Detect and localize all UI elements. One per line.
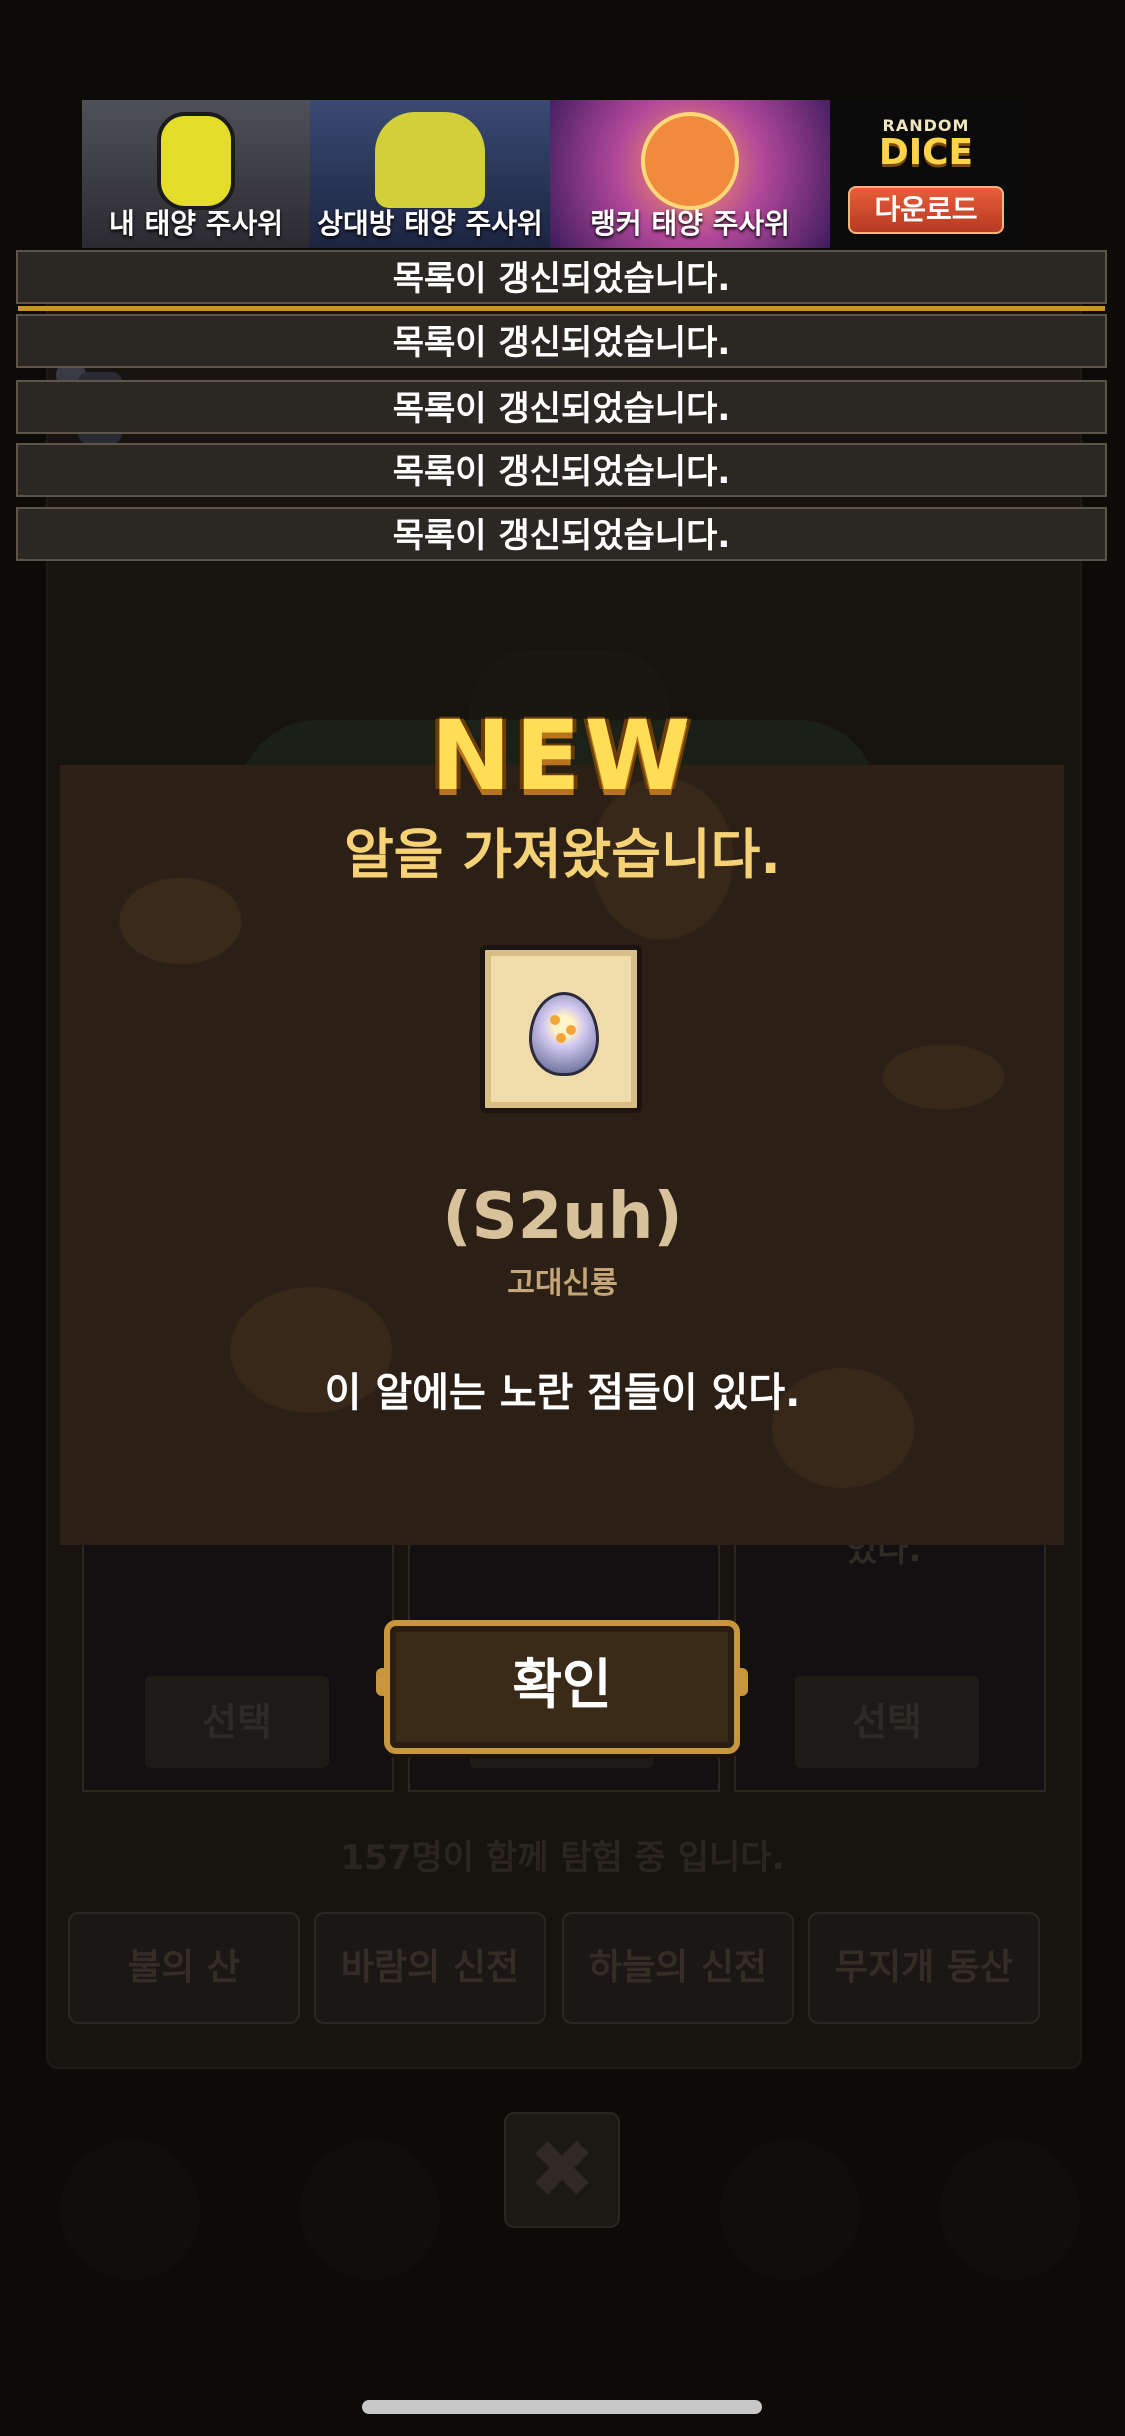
banner-tile-opponent-sun-dice[interactable]: 상대방 태양 주사위 bbox=[310, 100, 550, 248]
banner-caption: 상대방 태양 주사위 bbox=[317, 207, 543, 240]
select-button[interactable]: 선택 bbox=[795, 1676, 979, 1768]
close-icon[interactable]: ✖ bbox=[504, 2112, 620, 2228]
egg-spot bbox=[566, 1025, 576, 1035]
toast-message: 목록이 갱신되었습니다. bbox=[16, 250, 1107, 304]
toast-message: 목록이 갱신되었습니다. bbox=[16, 507, 1107, 561]
toast-message: 목록이 갱신되었습니다. bbox=[16, 443, 1107, 497]
egg-name: (S2uh) bbox=[442, 1180, 683, 1254]
random-dice-logo-tile[interactable]: RANDOM DICE 다운로드 bbox=[830, 100, 1022, 248]
tab-sky-temple[interactable]: 하늘의 신전 bbox=[562, 1912, 794, 2024]
egg-item-frame bbox=[480, 945, 642, 1113]
nav-icon[interactable] bbox=[300, 2140, 440, 2280]
dice-character-icon bbox=[375, 112, 485, 208]
banner-tile-my-sun-dice[interactable]: 내 태양 주사위 bbox=[82, 100, 310, 248]
nav-icon[interactable] bbox=[720, 2140, 860, 2280]
tab-fire-mountain[interactable]: 불의 산 bbox=[68, 1912, 300, 2024]
new-badge: NEW bbox=[430, 700, 695, 812]
nav-icon[interactable] bbox=[60, 2140, 200, 2280]
egg-description: 이 알에는 노란 점들이 있다. bbox=[324, 1370, 801, 1416]
random-dice-logo: RANDOM DICE bbox=[830, 116, 1022, 171]
banner-tile-ranker-sun-dice[interactable]: 랭커 태양 주사위 bbox=[550, 100, 830, 248]
toast-accent-line bbox=[18, 306, 1105, 311]
dialog-title: 알을 가져왔습니다. bbox=[344, 823, 781, 886]
tab-rainbow-hill[interactable]: 무지개 동산 bbox=[808, 1912, 1040, 2024]
dice-character-icon bbox=[641, 112, 739, 210]
participants-count: 157명이 함께 탐험 중 입니다. bbox=[340, 1838, 785, 1878]
egg-spot bbox=[556, 1033, 566, 1043]
toast-message: 목록이 갱신되었습니다. bbox=[16, 314, 1107, 368]
download-button[interactable]: 다운로드 bbox=[848, 186, 1004, 234]
tab-wind-temple[interactable]: 바람의 신전 bbox=[314, 1912, 546, 2024]
banner-caption: 내 태양 주사위 bbox=[108, 207, 284, 240]
logo-text-main: DICE bbox=[878, 132, 974, 173]
ad-banner[interactable]: 내 태양 주사위 상대방 태양 주사위 랭커 태양 주사위 RANDOM DIC… bbox=[82, 100, 1022, 248]
egg-icon bbox=[529, 992, 599, 1076]
select-button[interactable]: 선택 bbox=[145, 1676, 329, 1768]
home-indicator[interactable] bbox=[362, 2400, 762, 2414]
confirm-button[interactable]: 확인 bbox=[376, 1620, 748, 1754]
toast-message: 목록이 갱신되었습니다. bbox=[16, 380, 1107, 434]
dice-character-icon bbox=[157, 112, 235, 210]
egg-species: 고대신룡 bbox=[507, 1266, 618, 1301]
egg-spot bbox=[550, 1015, 560, 1025]
nav-icon[interactable] bbox=[940, 2140, 1080, 2280]
banner-caption: 랭커 태양 주사위 bbox=[590, 207, 790, 240]
